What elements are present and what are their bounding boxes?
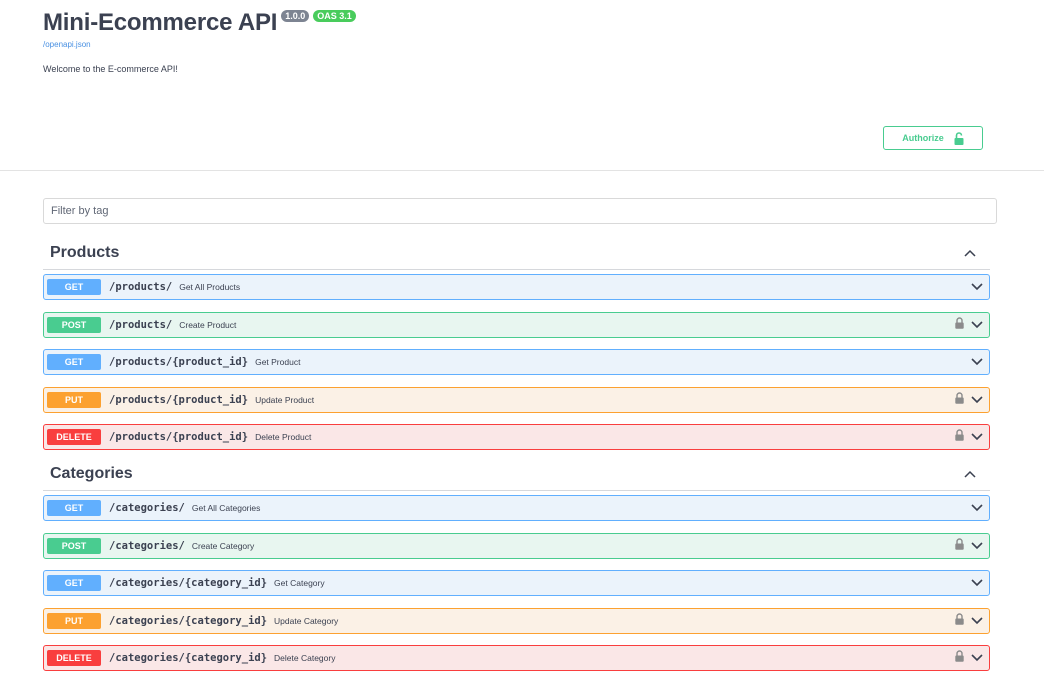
header-divider [0, 170, 1044, 171]
chevron-down-icon[interactable] [971, 574, 983, 592]
operation-summary: Delete Category [274, 653, 336, 663]
operation-summary: Get All Products [179, 282, 241, 292]
authorize-label: Authorize [902, 133, 944, 143]
method-badge: DELETE [47, 650, 101, 666]
api-info: Mini-Ecommerce API 1.0.0 OAS 3.1 /openap… [43, 8, 1003, 74]
tag-name: Categories [50, 465, 133, 482]
method-badge: GET [47, 279, 101, 295]
tag-section-products: Products GET/products/Get All Products POS… [43, 237, 990, 462]
lock-icon[interactable] [955, 649, 964, 667]
lock-icon[interactable] [955, 428, 964, 446]
method-badge: GET [47, 500, 101, 516]
operation-controls [971, 278, 983, 296]
method-badge: PUT [47, 391, 101, 408]
operation-row[interactable]: PUT/categories/{category_id} Update Categ… [43, 607, 990, 634]
operation-summary: Get Product [255, 357, 301, 367]
chevron-down-icon[interactable] [971, 353, 983, 371]
method-badge: GET [47, 575, 101, 591]
filter-by-tag-input[interactable] [43, 198, 997, 224]
operation-path: /categories/ [109, 502, 185, 514]
operation-row[interactable]: DELETE/products/{product_id} Delete Produ… [43, 424, 990, 450]
method-badge: GET [47, 354, 101, 370]
chevron-down-icon[interactable] [971, 649, 983, 667]
chevron-up-icon[interactable] [964, 244, 976, 262]
chevron-down-icon[interactable] [971, 391, 983, 409]
operation-row[interactable]: GET/products/Get All Products [43, 274, 990, 300]
version-badge: 1.0.0 [281, 10, 310, 22]
chevron-down-icon[interactable] [971, 499, 983, 517]
operation-row[interactable]: POST/categories/Create Category [43, 532, 990, 559]
operation-row[interactable]: GET/categories/Get All Categories [43, 495, 990, 521]
method-badge: POST [47, 537, 101, 554]
operation-controls [955, 537, 983, 555]
oas-badge: OAS 3.1 [313, 10, 356, 22]
authorize-button[interactable]: Authorize [883, 126, 983, 150]
openapi-spec-link[interactable]: /openapi.json [43, 40, 1003, 49]
tag-header-categories[interactable]: Categories [43, 458, 990, 491]
unlock-icon [954, 131, 964, 145]
operation-controls [971, 353, 983, 371]
chevron-down-icon[interactable] [971, 537, 983, 555]
operation-path: /products/ [109, 281, 173, 293]
operation-path: /products/{product_id} [109, 431, 249, 443]
operation-controls [971, 499, 983, 517]
operation-summary: Get Category [274, 578, 325, 588]
operation-summary: Create Product [179, 319, 237, 330]
operation-summary: Update Category [274, 615, 339, 626]
operation-path: /categories/{category_id} [109, 652, 268, 664]
operation-row[interactable]: GET/products/{product_id} Get Product [43, 349, 990, 375]
chevron-up-icon[interactable] [964, 465, 976, 483]
tag-section-categories: Categories GET/categories/Get All Categor… [43, 458, 990, 683]
tag-header-products[interactable]: Products [43, 237, 990, 270]
chevron-down-icon[interactable] [971, 316, 983, 334]
operation-path: /categories/ [109, 539, 185, 552]
lock-icon[interactable] [955, 391, 964, 409]
lock-icon[interactable] [955, 612, 964, 630]
operations-group: GET/categories/Get All Categories POST/ca… [43, 495, 990, 671]
operation-controls [955, 391, 983, 409]
operation-summary: Get All Categories [191, 503, 261, 513]
operation-summary: Delete Product [255, 432, 312, 442]
operation-controls [955, 649, 983, 667]
operation-path: /products/{product_id} [109, 393, 249, 406]
page-title: Mini-Ecommerce API [43, 9, 278, 36]
method-badge: DELETE [47, 429, 101, 445]
chevron-down-icon[interactable] [971, 278, 983, 296]
operation-path: /products/{product_id} [109, 356, 249, 368]
operation-summary: Update Product [255, 394, 315, 405]
operation-path: /categories/{category_id} [109, 614, 268, 627]
operation-controls [955, 428, 983, 446]
operation-path: /products/ [109, 318, 173, 331]
operation-row[interactable]: GET/categories/{category_id} Get Category [43, 570, 990, 596]
operation-controls [955, 316, 983, 334]
tag-name: Products [50, 244, 120, 261]
operation-row[interactable]: PUT/products/{product_id} Update Product [43, 386, 990, 413]
operations-group: GET/products/Get All Products POST/produc… [43, 274, 990, 450]
api-description: Welcome to the E-commerce API! [43, 64, 178, 74]
operation-row[interactable]: DELETE/categories/{category_id} Delete Ca… [43, 645, 990, 671]
lock-icon[interactable] [955, 316, 964, 334]
chevron-down-icon[interactable] [971, 428, 983, 446]
lock-icon[interactable] [955, 537, 964, 555]
method-badge: PUT [47, 612, 101, 629]
title-row: Mini-Ecommerce API 1.0.0 OAS 3.1 [43, 8, 1003, 38]
operation-row[interactable]: POST/products/Create Product [43, 311, 990, 338]
operation-summary: Create Category [191, 540, 255, 551]
operation-controls [955, 612, 983, 630]
operation-controls [971, 574, 983, 592]
operation-path: /categories/{category_id} [109, 577, 268, 589]
method-badge: POST [47, 316, 101, 333]
chevron-down-icon[interactable] [971, 612, 983, 630]
